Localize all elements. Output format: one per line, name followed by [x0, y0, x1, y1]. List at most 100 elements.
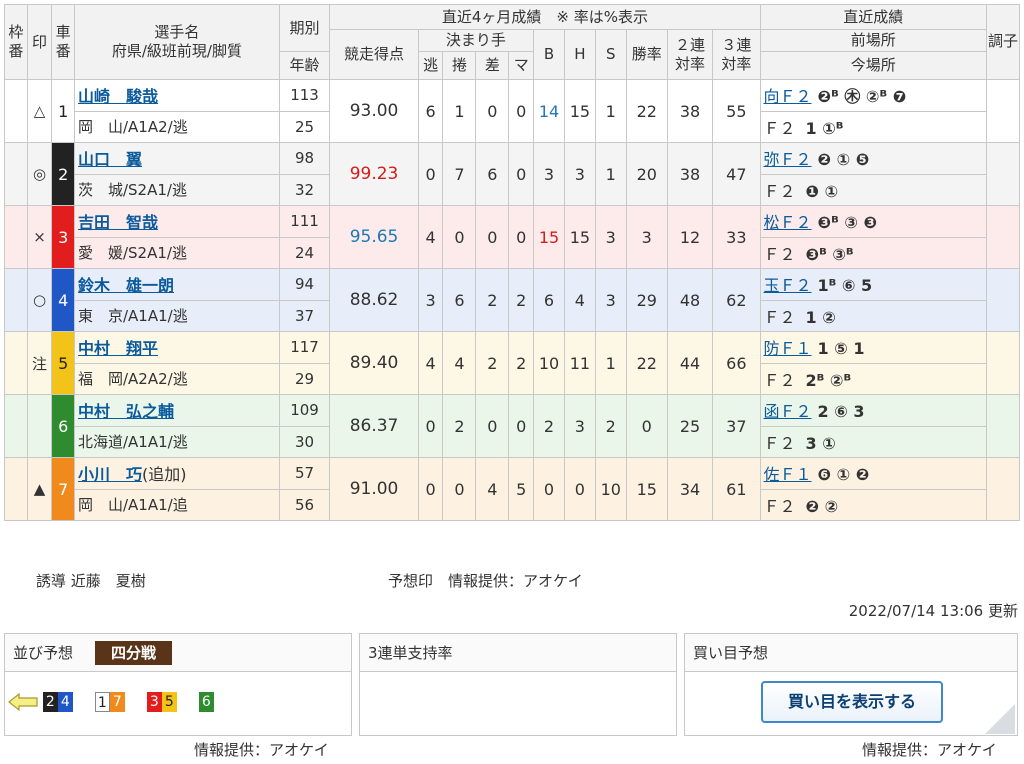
current-results: 3 ①: [805, 433, 836, 453]
kimarite-sashi: 2: [475, 268, 510, 332]
stat-h: 3: [563, 394, 596, 458]
previous-results: 1 ⑤ 1: [817, 339, 865, 359]
rider-name-link[interactable]: 小川 巧: [78, 465, 142, 484]
rider-name-link[interactable]: 山崎 駿哉: [78, 87, 158, 106]
stat-h: 15: [563, 205, 596, 269]
line-chip: 5: [161, 692, 177, 712]
previous-meet: 佐Ｆ１ ❻ ① ❷: [759, 457, 987, 490]
stat-s: 1: [594, 79, 627, 143]
rider-name-link[interactable]: 中村 弘之輔: [78, 402, 174, 421]
header-waku: 枠番: [4, 4, 28, 80]
period: 57: [278, 457, 331, 490]
stat-s: 1: [594, 331, 627, 395]
age: 30: [278, 425, 331, 458]
current-results: ❷ ②: [805, 496, 839, 516]
current-results: 1 ①ᴮ: [805, 118, 844, 138]
rider-name-link[interactable]: 中村 翔平: [78, 339, 158, 358]
rider-row: 注 5 中村 翔平 117 89.40 4 4 2 2 10 11 1 22 44 66 防Ｆ１ 1 ⑤ 1: [4, 331, 1021, 395]
condition-cell: [985, 268, 1021, 332]
win-rate: 20: [625, 142, 668, 206]
trio-rate: 47: [712, 142, 761, 206]
header-kimarite: 決まり手: [417, 29, 535, 52]
previous-results: ❷ᴮ ㊍ ②ᴮ ❼: [817, 87, 907, 107]
stat-h: 4: [563, 268, 596, 332]
stat-b: 0: [533, 457, 565, 521]
current-meet: Ｆ２ ❷ ②: [759, 488, 987, 521]
kimarite-sashi: 6: [475, 142, 510, 206]
kimarite-nige: 4: [417, 331, 444, 395]
header-age: 年齢: [278, 51, 331, 80]
car-number: 6: [51, 394, 75, 458]
previous-venue-link[interactable]: 防Ｆ１: [764, 339, 812, 358]
current-meet: Ｆ２ 1 ①ᴮ: [759, 110, 987, 143]
previous-results: 2 ⑥ 3: [817, 402, 865, 422]
stat-s: 1: [594, 142, 627, 206]
current-venue: Ｆ２: [763, 370, 796, 390]
waku-cell: [4, 79, 28, 143]
previous-venue-link[interactable]: 松Ｆ２: [764, 213, 812, 232]
stat-s: 3: [594, 205, 627, 269]
header-h: H: [563, 29, 596, 80]
rider-row: ○ 4 鈴木 雄一朗 94 88.62 3 6 2 2 6 4 3 29 48 62 玉Ｆ２ 1ᴮ ⑥ 5: [4, 268, 1021, 332]
current-meet: Ｆ２ 1 ②: [759, 299, 987, 332]
prediction-source: 予想印 情報提供：アオケイ: [388, 572, 583, 590]
lead-rider: 誘導 近藤 夏樹: [36, 572, 146, 590]
car-number: 3: [51, 205, 75, 269]
waku-cell: [4, 205, 28, 269]
previous-venue-link[interactable]: 函Ｆ２: [764, 402, 812, 421]
header-rider-name: 選手名: [154, 23, 200, 42]
previous-venue-link[interactable]: 佐Ｆ１: [764, 465, 812, 484]
rider-name-link[interactable]: 吉田 智哉: [78, 213, 158, 232]
header-score: 競走得点: [329, 29, 419, 80]
win-rate: 15: [625, 457, 668, 521]
rider-row: × 3 吉田 智哉 111 95.65 4 0 0 0 15 15 3 3 12 33 松Ｆ２ ❸ᴮ ③ ❸: [4, 205, 1021, 269]
race-score: 86.37: [329, 394, 419, 458]
previous-venue-link[interactable]: 玉Ｆ２: [764, 276, 812, 295]
header-mark-col: マ: [508, 51, 535, 80]
prediction-mark: ▲: [26, 457, 53, 521]
previous-meet: 弥Ｆ２ ❷ ① ❺: [759, 142, 987, 175]
waku-cell: [4, 142, 28, 206]
win-rate: 29: [625, 268, 668, 332]
rider-name-cell: 山崎 駿哉: [73, 79, 280, 112]
kimarite-makuri: 6: [442, 268, 477, 332]
quinella-rate: 38: [666, 79, 714, 143]
line-prediction-panel: 並び予想 四分戦: [4, 633, 352, 736]
rider-name-cell: 山口 翼: [73, 142, 280, 175]
show-bets-button[interactable]: 買い目を表示する: [761, 681, 943, 723]
header-sashi: 差: [475, 51, 510, 80]
rider-name-link[interactable]: 山口 翼: [78, 150, 142, 169]
credit-right: 情報提供：アオケイ: [862, 741, 997, 759]
previous-venue-link[interactable]: 弥Ｆ２: [764, 150, 812, 169]
race-score: 89.40: [329, 331, 419, 395]
line-chip: 6: [198, 692, 214, 712]
quinella-rate: 48: [666, 268, 714, 332]
condition-cell: [985, 79, 1021, 143]
rider-name-cell: 小川 巧(追加): [73, 457, 280, 490]
kimarite-nige: 0: [417, 142, 444, 206]
rider-pref-class: 岡 山/A1A1/追: [73, 488, 280, 521]
kimarite-sashi: 0: [475, 394, 510, 458]
current-venue: Ｆ２: [763, 244, 796, 264]
header-rider-sub: 府県/級班前現/脚質: [111, 42, 242, 60]
race-score: 93.00: [329, 79, 419, 143]
condition-cell: [985, 142, 1021, 206]
race-score: 99.23: [329, 142, 419, 206]
stat-h: 15: [563, 79, 596, 143]
current-meet: Ｆ２ 3 ①: [759, 425, 987, 458]
kimarite-sashi: 4: [475, 457, 510, 521]
line-type-tag: 四分戦: [95, 641, 173, 665]
rider-name-link[interactable]: 鈴木 雄一朗: [78, 276, 174, 295]
header-recent4: 直近4ヶ月成績 ※ 率は%表示: [329, 4, 761, 30]
header-recent: 直近成績: [759, 4, 987, 30]
previous-results: 1ᴮ ⑥ 5: [817, 276, 873, 296]
prediction-mark: 注: [26, 331, 53, 395]
kimarite-nige: 0: [417, 457, 444, 521]
trio-rate: 66: [712, 331, 761, 395]
previous-venue-link[interactable]: 向Ｆ２: [764, 87, 812, 106]
previous-results: ❸ᴮ ③ ❸: [817, 213, 877, 233]
period: 111: [278, 205, 331, 238]
prediction-mark: [26, 394, 53, 458]
kimarite-nige: 4: [417, 205, 444, 269]
stat-b: 14: [533, 79, 565, 143]
